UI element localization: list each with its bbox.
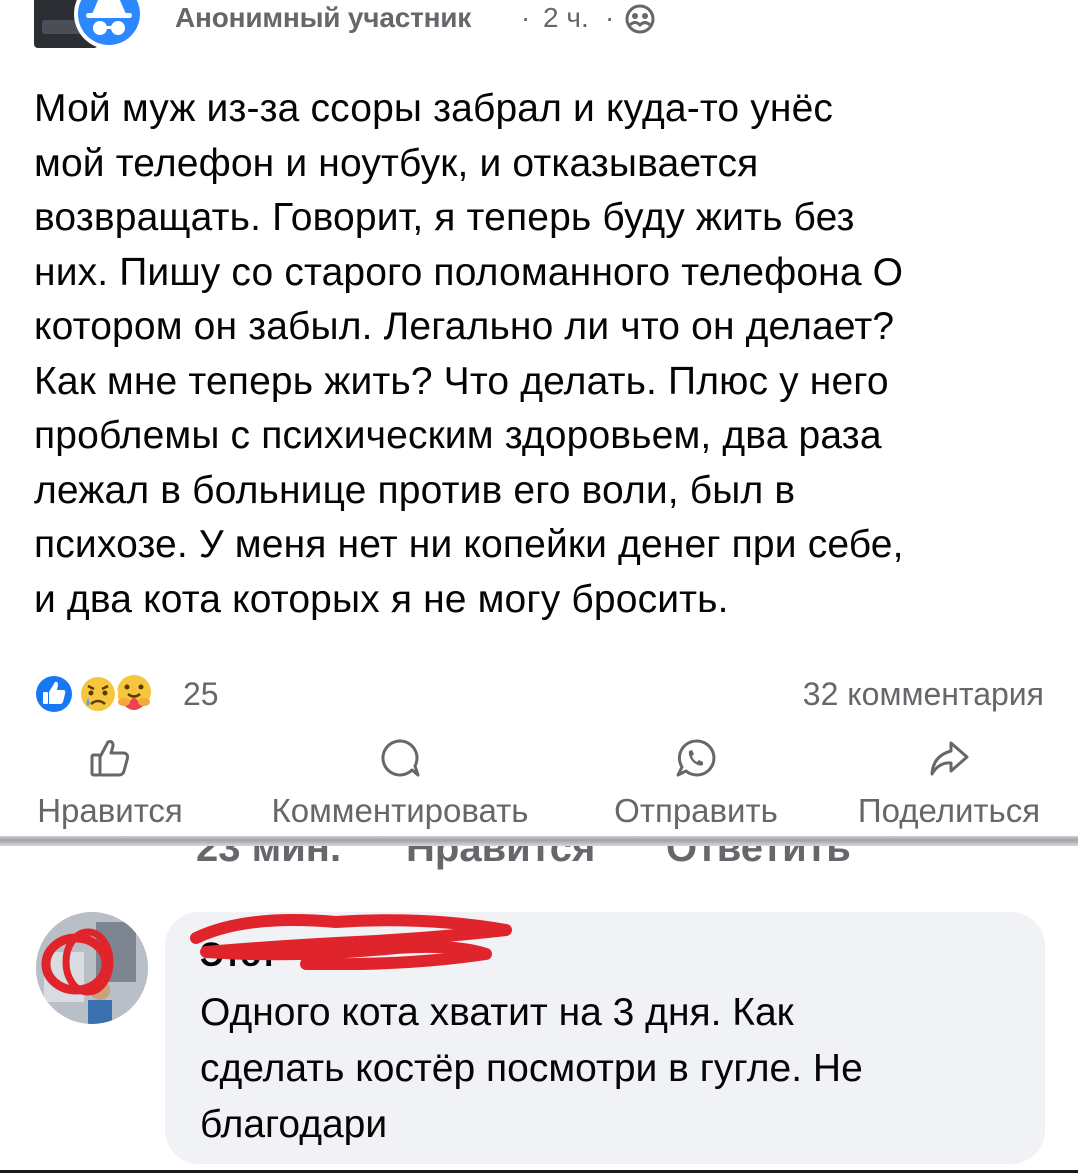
comment-line: Одного кота хватит на 3 дня. Как: [200, 991, 794, 1034]
group-members-icon: [625, 4, 655, 34]
share-arrow-icon: [930, 741, 969, 776]
cut-reply-link: Ответить: [666, 846, 851, 870]
post-author[interactable]: Анонимный участник: [175, 2, 471, 34]
post-line: возвращать. Говорит, я теперь буду жить …: [34, 196, 855, 239]
post-line: Мой муж из-за ссоры забрал и куда-то унё…: [34, 87, 834, 130]
comment-bubble-icon: [381, 739, 420, 777]
share-label: Поделиться: [857, 792, 1041, 829]
post-body: Мой муж из-за ссоры забрал и куда-то унё…: [34, 82, 1064, 627]
post-line: лежал в больнице против его воли, был в: [34, 468, 796, 512]
post-line: Как мне теперь жить? Что делать. Плюс у …: [34, 359, 889, 403]
send-button[interactable]: Отправить: [596, 736, 796, 830]
comments-count[interactable]: 32 комментария: [803, 676, 1044, 713]
like-button[interactable]: Нравится: [20, 736, 200, 830]
comment-label: Комментировать: [271, 792, 529, 829]
comment-text: Одного кота хватит на 3 дня. Как сделать…: [200, 985, 1030, 1153]
comment-line: благодари: [200, 1103, 388, 1146]
avatar-photo: [36, 912, 148, 1024]
post-timestamp[interactable]: 2 ч.: [543, 2, 589, 34]
like-label: Нравится: [37, 792, 183, 829]
post-line: проблемы с психическим здоровьем, два ра…: [34, 414, 882, 457]
commenter-avatar[interactable]: [36, 912, 148, 1024]
cut-off-comment-actions: 23 мин. Нравится Ответить: [0, 846, 1078, 872]
post-line: и два кота которых я не могу бросить.: [34, 577, 729, 621]
post-line: них. Пишу со старого поломанного телефон…: [34, 250, 904, 294]
cut-like-link: Нравится: [406, 846, 596, 870]
cut-timestamp: 23 мин.: [196, 846, 342, 870]
thumbs-up-icon: [90, 740, 130, 777]
reactions-count[interactable]: 25: [183, 676, 219, 713]
anonymous-avatar-icon[interactable]: [72, 0, 146, 48]
comment-line: сделать костёр посмотри в гугле. Не: [200, 1047, 863, 1090]
name-redaction-scribble: [190, 914, 512, 970]
share-button[interactable]: Поделиться: [836, 736, 1062, 830]
send-label: Отправить: [614, 792, 778, 829]
care-icon: [114, 672, 154, 712]
post-line: психозе. У меня нет ни копейки денег при…: [34, 523, 904, 566]
like-icon: [33, 673, 75, 715]
meta-separator: ·: [521, 2, 531, 33]
whatsapp-icon: [676, 739, 716, 777]
meta-separator: ·: [605, 2, 615, 33]
screenshot-divider: [0, 836, 1078, 846]
reactions-summary[interactable]: [30, 670, 180, 720]
sad-icon: [78, 674, 118, 714]
comment-button[interactable]: Комментировать: [240, 736, 560, 830]
post-line: мой телефон и ноутбук, и отказывается: [34, 141, 759, 185]
post-line: котором он забыл. Легально ли что он дел…: [34, 305, 895, 348]
